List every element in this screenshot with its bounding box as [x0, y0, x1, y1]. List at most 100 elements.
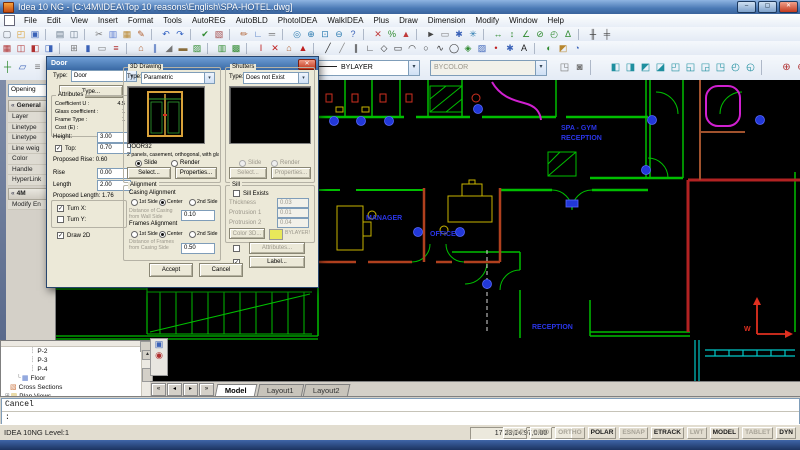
toolbar-separator[interactable]	[313, 43, 319, 54]
casing-center-radio[interactable]	[159, 199, 166, 206]
toggle-model[interactable]: MODEL	[710, 427, 739, 439]
settings-icon[interactable]: ✳	[466, 28, 480, 40]
select-button[interactable]: Select...	[127, 167, 171, 179]
tab-nav-prev[interactable]: ◂	[167, 383, 182, 396]
orbit-icon[interactable]: ◔	[570, 42, 584, 54]
mline-icon[interactable]: ∥	[349, 42, 363, 54]
frames-2nd-side-radio[interactable]	[189, 231, 196, 238]
zoom-previous-icon[interactable]: ⊖	[332, 28, 346, 40]
menu-item[interactable]: PhotoIDEA	[273, 16, 323, 25]
menu-item[interactable]: AutoBLD	[231, 16, 273, 25]
3d-type-combo[interactable]: Parametric	[141, 72, 215, 84]
view-top-icon[interactable]: ◧	[608, 60, 623, 75]
casing-2nd-side-radio[interactable]	[189, 199, 196, 206]
tree-expander[interactable]: ┊	[31, 356, 34, 365]
toolbar-separator[interactable]	[84, 29, 90, 40]
column-icon[interactable]: ▮	[81, 42, 95, 54]
toolbar-separator[interactable]	[229, 29, 235, 40]
shutters-type-combo[interactable]: Does not Exist	[243, 72, 309, 84]
hatch-icon[interactable]: ▨	[475, 42, 489, 54]
field-icon[interactable]: ✱	[452, 28, 466, 40]
opening-icon[interactable]: ◫	[14, 42, 28, 54]
named-views-icon[interactable]: ◩	[556, 42, 570, 54]
view-bottom-icon[interactable]: ◨	[623, 60, 638, 75]
menu-item[interactable]: File	[19, 16, 42, 25]
sill-exists-checkbox[interactable]	[233, 190, 240, 197]
toggle-dyn[interactable]: DYN	[776, 427, 796, 439]
view-right-icon[interactable]: ◪	[653, 60, 668, 75]
command-input[interactable]: :	[2, 412, 799, 424]
ramp-icon[interactable]: ◢	[162, 42, 176, 54]
toolbar-separator[interactable]	[246, 43, 252, 54]
polyline-edit-icon[interactable]: ∟	[251, 28, 265, 40]
toggle-lwt[interactable]: LWT	[687, 427, 707, 439]
space-icon[interactable]: ▨	[190, 42, 204, 54]
arc-icon[interactable]: ◠	[405, 42, 419, 54]
toolbar-separator[interactable]	[534, 43, 540, 54]
xline-icon[interactable]: ╱	[335, 42, 349, 54]
tree-item-p3[interactable]: ┊ P-3	[31, 356, 141, 365]
toolbar-separator[interactable]	[483, 29, 489, 40]
toolbar-separator[interactable]	[590, 60, 606, 75]
help-icon[interactable]: ?	[346, 28, 360, 40]
point-icon[interactable]: •	[489, 42, 503, 54]
toolbar-separator[interactable]	[207, 43, 213, 54]
copy-entity-icon[interactable]: ▥	[215, 42, 229, 54]
redo-icon[interactable]: ↷	[173, 28, 187, 40]
spline-icon[interactable]: ∿	[433, 42, 447, 54]
shade-icon[interactable]: ◐	[542, 42, 556, 54]
zoom-in-icon[interactable]: ⊕	[779, 60, 794, 75]
door-tool-icon[interactable]: ◧	[28, 42, 42, 54]
pencil-icon[interactable]: ✏	[237, 28, 251, 40]
stairs-icon[interactable]: ≡	[109, 42, 123, 54]
lineweight-combo[interactable]: BYCOLOR	[430, 60, 547, 76]
tree-item-p2[interactable]: ┊ P-2	[31, 347, 141, 356]
view-ne-iso-icon[interactable]: ◴	[728, 60, 743, 75]
flag-icon[interactable]: ►	[424, 28, 438, 40]
zoom-out-icon[interactable]: ⊖	[794, 60, 800, 75]
cancel-button[interactable]: Cancel	[199, 263, 243, 277]
copy-icon[interactable]: ▥	[106, 28, 120, 40]
toolbar-separator[interactable]	[126, 43, 132, 54]
toolbar-separator[interactable]	[151, 29, 157, 40]
casing-distance-field[interactable]: 0.10	[181, 210, 215, 221]
toolbar-separator[interactable]	[59, 43, 65, 54]
toolbar-separator[interactable]	[282, 29, 288, 40]
rectangle-icon[interactable]: ▭	[391, 42, 405, 54]
toggle-esnap[interactable]: ESNAP	[619, 427, 647, 439]
toolbar-separator[interactable]	[363, 29, 369, 40]
menu-item[interactable]: Insert	[93, 16, 123, 25]
menu-item[interactable]: Draw	[394, 16, 423, 25]
view-front-icon[interactable]: ◰	[668, 60, 683, 75]
tree-expander[interactable]: ┊	[31, 365, 34, 374]
toggle-tablet[interactable]: TABLET	[742, 427, 773, 439]
area-icon[interactable]: ▱	[15, 60, 30, 75]
roof-icon[interactable]: ⌂	[134, 42, 148, 54]
dim-vertical-icon[interactable]: ↕	[505, 28, 519, 40]
toggle-ortho[interactable]: ORTHO	[555, 427, 584, 439]
menu-item[interactable]: Format	[123, 16, 158, 25]
frames-center-radio[interactable]	[159, 231, 166, 238]
grid-icon[interactable]: ⊞	[67, 42, 81, 54]
toggle-etrack[interactable]: ETRACK	[651, 427, 684, 439]
star-icon[interactable]: ✱	[503, 42, 517, 54]
thickness-field[interactable]: 0.03	[277, 198, 309, 208]
ellipse-icon[interactable]: ◯	[447, 42, 461, 54]
render-icon[interactable]: ◙	[572, 60, 587, 75]
markup-icon[interactable]: %	[385, 28, 399, 40]
toggle-grid[interactable]: GRID	[530, 427, 552, 439]
window-tool-icon[interactable]: ◨	[42, 42, 56, 54]
beam-icon[interactable]: ▬	[176, 42, 190, 54]
menu-item[interactable]: Help	[543, 16, 569, 25]
osnap-midpoint-icon[interactable]: ╪	[600, 28, 614, 40]
wall-icon[interactable]: ▦	[0, 42, 14, 54]
menu-item[interactable]: Dimension	[423, 16, 471, 25]
polygon-icon[interactable]: ◇	[377, 42, 391, 54]
toggle-snap[interactable]: SNAP	[503, 427, 527, 439]
accept-button[interactable]: Accept	[149, 263, 193, 277]
color-swatch[interactable]	[269, 229, 283, 240]
close-button[interactable]: ✕	[779, 1, 798, 13]
cut-icon[interactable]: ✂	[92, 28, 106, 40]
menu-item[interactable]: Tools	[158, 16, 187, 25]
view-sw-iso-icon[interactable]: ◲	[698, 60, 713, 75]
